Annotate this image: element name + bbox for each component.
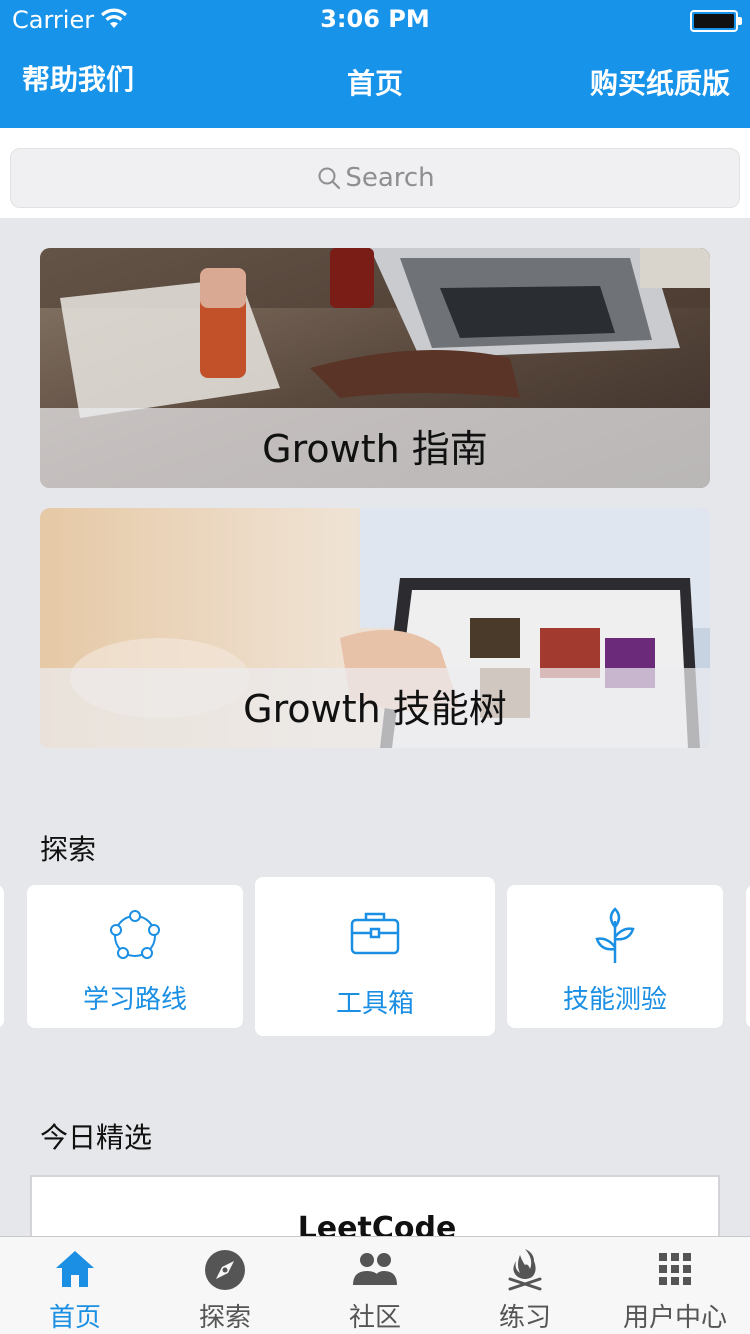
buy-paper-button[interactable]: 购买纸质版 — [590, 62, 730, 102]
tab-label: 首页 — [48, 1303, 101, 1333]
tab-community[interactable]: 社区 — [300, 1237, 450, 1334]
card-label: 技能测验 — [562, 985, 667, 1015]
explore-card-peek-right[interactable] — [746, 885, 750, 1028]
campfire-icon — [508, 1249, 542, 1291]
search-bar: Search — [0, 128, 750, 218]
search-input[interactable]: Search — [10, 148, 740, 208]
learning-path-icon — [110, 910, 160, 959]
compass-icon — [205, 1250, 245, 1290]
explore-card-skill-quiz[interactable]: 技能测验 — [507, 885, 723, 1028]
banner-caption: Growth 指南 — [40, 408, 710, 488]
search-placeholder: Search — [345, 163, 435, 193]
explore-card-learning-path[interactable]: 学习路线 — [27, 885, 243, 1028]
banner-growth-guide[interactable]: Growth 指南 — [40, 248, 710, 488]
top-bar: Carrier 3:06 PM 帮助我们 首页 购买纸质版 — [0, 0, 750, 128]
status-time: 3:06 PM — [320, 5, 430, 33]
tab-explore[interactable]: 探索 — [150, 1237, 300, 1334]
search-placeholder-row: Search — [11, 163, 741, 193]
tab-label: 用户中心 — [622, 1303, 727, 1333]
search-icon — [318, 167, 341, 190]
card-label: 学习路线 — [82, 985, 187, 1015]
card-label: 工具箱 — [335, 989, 414, 1019]
banner-caption: Growth 技能树 — [40, 668, 710, 748]
tab-practice[interactable]: 练习 — [450, 1237, 600, 1334]
toolbox-icon — [350, 912, 400, 955]
explore-card-toolbox[interactable]: 工具箱 — [255, 877, 495, 1036]
grid-icon — [659, 1253, 691, 1285]
home-icon — [56, 1251, 94, 1287]
tab-label: 探索 — [198, 1303, 251, 1333]
tab-home[interactable]: 首页 — [0, 1237, 150, 1334]
today-section-title: 今日精选 — [40, 1121, 153, 1154]
tab-user-center[interactable]: 用户中心 — [600, 1237, 750, 1334]
tab-bar: 首页 探索 社区 练习 用户中心 — [0, 1236, 750, 1334]
explore-card-peek-left[interactable] — [0, 885, 4, 1028]
people-icon — [353, 1253, 397, 1285]
explore-section-title: 探索 — [40, 833, 97, 866]
status-bar: Carrier 3:06 PM — [0, 0, 750, 40]
sprout-icon — [595, 907, 635, 963]
tab-label: 社区 — [348, 1303, 401, 1333]
tab-label: 练习 — [498, 1303, 551, 1333]
battery-icon — [690, 10, 742, 32]
banner-growth-skill-tree[interactable]: Growth 技能树 — [40, 508, 710, 748]
